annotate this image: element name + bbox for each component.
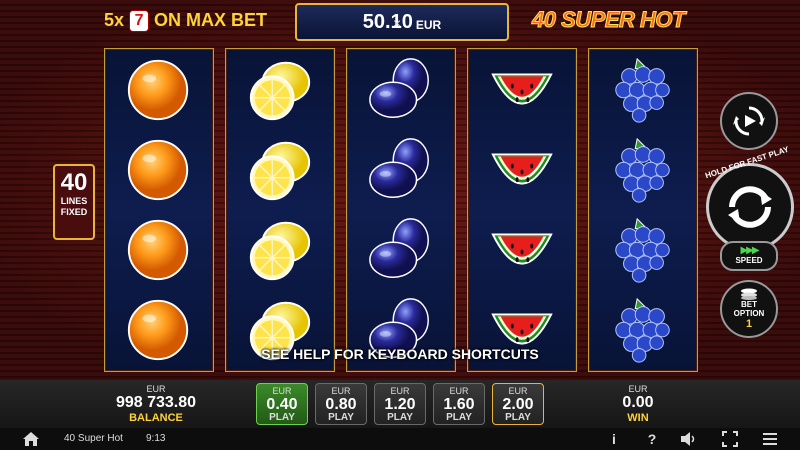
bet-label: PLAY	[328, 412, 354, 423]
lines-count: 40	[60, 169, 88, 196]
bet-option-label: BET OPTION	[734, 300, 765, 318]
max-bet-prefix: 5x	[104, 10, 125, 30]
grapes-symbol-icon	[615, 137, 670, 203]
speed-button[interactable]: ▶▶▶ SPEED	[720, 241, 778, 271]
coins-icon	[741, 288, 757, 300]
reel-4	[467, 48, 577, 372]
orange-symbol-icon	[127, 59, 189, 121]
system-game-title: 40 Super Hot	[64, 433, 123, 444]
home-icon[interactable]	[22, 431, 40, 447]
top-bar: 5x 7 ON MAX BET 50.10 EUR × 40 SUPER HOT	[0, 0, 800, 41]
bet-option-label-line2: OPTION	[733, 309, 765, 318]
sound-icon[interactable]	[680, 431, 696, 447]
plum-symbol-icon	[369, 58, 429, 118]
bet-button-4[interactable]: EUR 1.60 PLAY	[433, 383, 485, 425]
bet-option-button[interactable]: BET OPTION 1	[720, 280, 778, 338]
win-amount: 0.00	[622, 394, 654, 411]
lemon-symbol-icon	[249, 141, 311, 201]
reel-1	[104, 48, 214, 372]
orange-symbol-icon	[127, 219, 189, 281]
reel-2	[225, 48, 335, 372]
grapes-symbol-icon	[615, 57, 670, 123]
bet-button-5[interactable]: EUR 2.00 PLAY	[492, 383, 544, 425]
bet-amount: 0.80	[325, 396, 357, 413]
bet-button-2[interactable]: EUR 0.80 PLAY	[315, 383, 367, 425]
spin-icon	[728, 186, 772, 228]
bet-amount: 1.60	[443, 396, 475, 413]
lines-fixed-label: FIXED	[60, 207, 88, 217]
watermelon-symbol-icon	[491, 233, 553, 265]
watermelon-symbol-icon	[491, 73, 553, 105]
bet-label: PLAY	[387, 412, 413, 423]
bet-option-value: 1	[745, 318, 753, 330]
bet-button-3[interactable]: EUR 1.20 PLAY	[374, 383, 426, 425]
speed-label: SPEED	[735, 256, 763, 265]
lines-badge: 40 LINES FIXED	[53, 164, 95, 240]
game-logo: 40 SUPER HOT	[532, 7, 686, 33]
balance-currency: EUR	[146, 384, 166, 394]
info-icon[interactable]: i	[606, 431, 622, 447]
balance-amount: 998 733.80	[115, 394, 197, 411]
help-hint: SEE HELP FOR KEYBOARD SHORTCUTS	[261, 346, 539, 362]
bet-currency: EUR	[449, 386, 469, 396]
plum-symbol-icon	[369, 138, 429, 198]
bet-button-1[interactable]: EUR 0.40 PLAY	[256, 383, 308, 425]
win-currency: EUR	[628, 384, 648, 394]
bet-currency: EUR	[508, 386, 528, 396]
bet-currency: EUR	[331, 386, 351, 396]
bet-option-label-line1: BET	[740, 300, 757, 309]
grapes-symbol-icon	[615, 217, 670, 283]
win-display: EUR 0.00 WIN	[598, 384, 678, 424]
bet-label: PLAY	[269, 412, 295, 423]
fullscreen-icon[interactable]	[722, 431, 738, 447]
bet-amount: 0.40	[266, 396, 298, 413]
plum-symbol-icon	[369, 218, 429, 278]
bet-label: PLAY	[505, 412, 531, 423]
help-icon[interactable]: ?	[644, 431, 660, 447]
autoplay-icon	[733, 106, 765, 136]
menu-icon[interactable]	[762, 431, 778, 447]
bet-label: PLAY	[446, 412, 472, 423]
reel-3	[346, 48, 456, 372]
balance-display: EUR 998 733.80 BALANCE	[104, 384, 208, 424]
orange-symbol-icon	[127, 139, 189, 201]
lemon-symbol-icon	[249, 221, 311, 281]
close-icon[interactable]: ×	[393, 15, 401, 31]
balance-label: BALANCE	[129, 412, 183, 424]
max-bet-suffix: ON MAX BET	[154, 10, 268, 30]
watermelon-symbol-icon	[491, 153, 553, 185]
bet-amount: 2.00	[502, 396, 534, 413]
lines-label: LINES	[60, 196, 88, 206]
system-bar: 40 Super Hot 9:13 i ?	[0, 428, 800, 450]
reel-5	[588, 48, 698, 372]
autoplay-button[interactable]	[720, 92, 778, 150]
bet-currency: EUR	[272, 386, 292, 396]
max-bet-banner: 5x 7 ON MAX BET	[104, 10, 267, 31]
fast-forward-icon: ▶▶▶	[740, 245, 759, 256]
win-label: WIN	[627, 412, 649, 424]
bet-currency: EUR	[390, 386, 410, 396]
jackpot-currency: EUR	[415, 17, 442, 32]
bet-amount: 1.20	[384, 396, 416, 413]
lemon-symbol-icon	[249, 61, 311, 121]
system-clock: 9:13	[146, 433, 166, 444]
jackpot-display: 50.10 EUR ×	[295, 3, 509, 41]
seven-symbol-icon: 7	[130, 10, 149, 31]
jackpot-value: 50.10	[362, 10, 413, 33]
